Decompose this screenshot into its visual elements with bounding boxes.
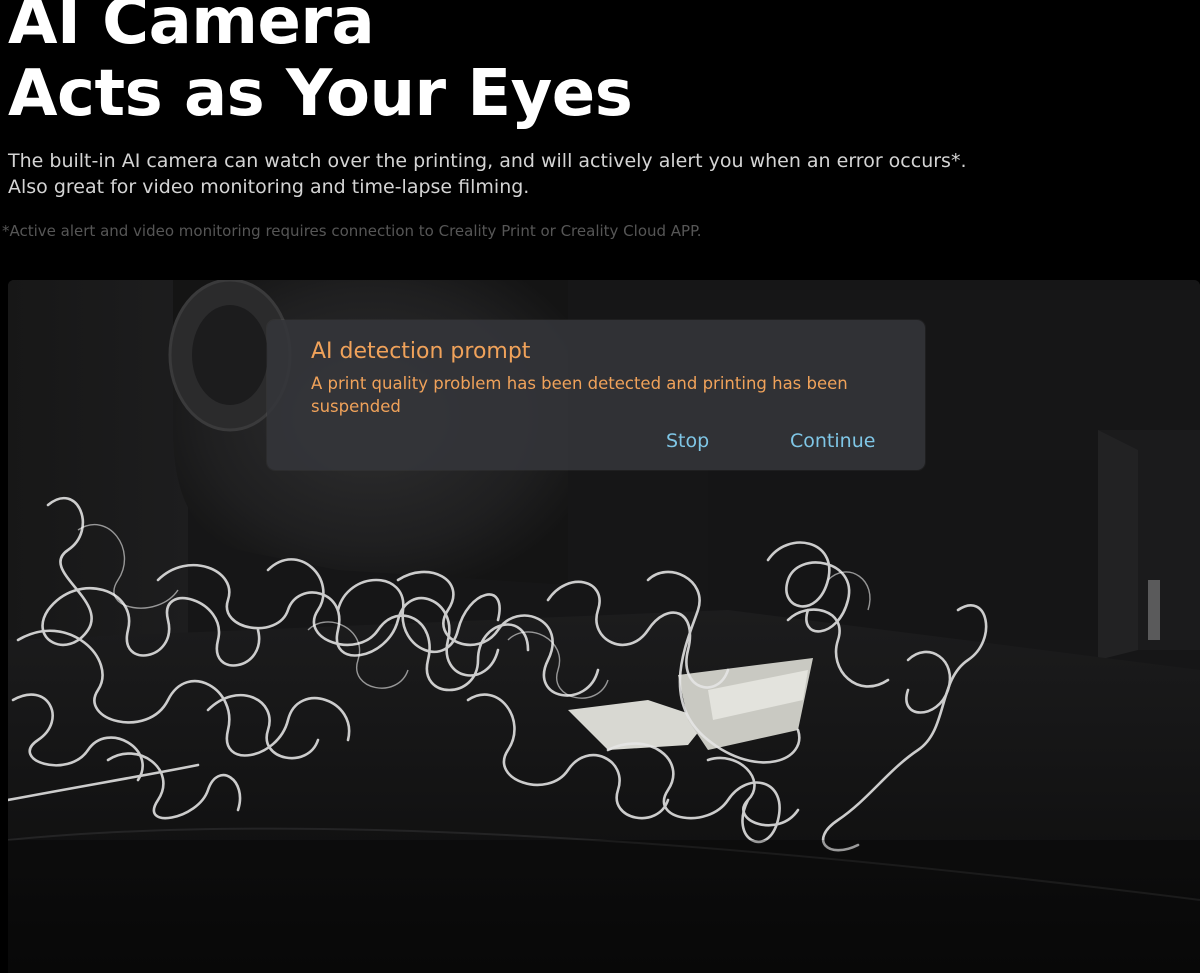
headline: AI Camera Acts as Your Eyes (8, 0, 633, 131)
headline-line-2: Acts as Your Eyes (8, 57, 633, 131)
ai-detection-dialog: AI detection prompt A print quality prob… (267, 320, 925, 470)
footnote: *Active alert and video monitoring requi… (2, 222, 702, 240)
description-line-2: Also great for video monitoring and time… (8, 176, 530, 198)
continue-button[interactable]: Continue (790, 428, 875, 454)
dialog-title: AI detection prompt (311, 339, 531, 364)
description: The built-in AI camera can watch over th… (8, 148, 1188, 200)
hero-section: AI Camera Acts as Your Eyes The built-in… (0, 0, 1200, 280)
dialog-message: A print quality problem has been detecte… (311, 374, 848, 416)
camera-feed-image: AI detection prompt A print quality prob… (8, 280, 1200, 973)
description-line-1: The built-in AI camera can watch over th… (8, 150, 967, 172)
headline-line-1: AI Camera (8, 0, 375, 59)
stop-button[interactable]: Stop (666, 428, 709, 454)
